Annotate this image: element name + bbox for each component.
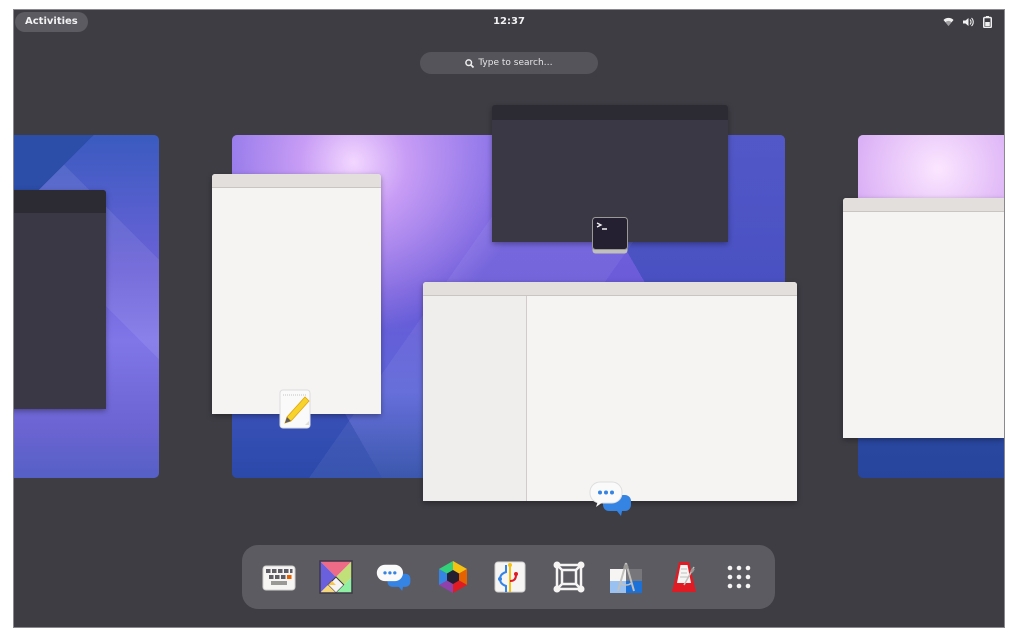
window-thumbnail-next[interactable] <box>843 198 1004 438</box>
vector-frame-icon <box>553 561 585 593</box>
metronome-icon <box>672 562 696 592</box>
text-editor-icon <box>279 389 311 429</box>
drafting-compass-icon <box>610 562 642 593</box>
search-entry[interactable]: Type to search… <box>420 52 598 74</box>
dock-item-chat[interactable] <box>376 559 412 595</box>
battery-icon <box>983 16 992 28</box>
tangram-icon <box>319 560 353 594</box>
window-header <box>212 174 381 188</box>
search-icon <box>465 58 475 68</box>
network-wireless-icon <box>943 17 954 26</box>
dock-item-color-picker[interactable] <box>435 559 471 595</box>
volume-icon <box>963 17 974 27</box>
app-grid-icon <box>727 565 751 589</box>
dock-item-tangram[interactable] <box>318 559 354 595</box>
window-header <box>843 198 1004 212</box>
chat-icon <box>376 564 411 591</box>
chat-icon <box>589 481 631 516</box>
git-branch-icon <box>494 561 526 593</box>
top-bar: Activities 12:37 <box>14 10 1004 34</box>
dock-item-git-client[interactable] <box>492 559 528 595</box>
window-thumbnail-text-editor[interactable] <box>212 174 381 414</box>
window-header <box>492 105 728 120</box>
terminal-icon <box>592 217 628 254</box>
dock-item-vector-editor[interactable] <box>551 559 587 595</box>
window-header <box>423 282 797 296</box>
dock-item-metronome[interactable] <box>666 559 702 595</box>
dock-item-design-tool[interactable] <box>608 559 644 595</box>
show-applications-button[interactable] <box>721 559 757 595</box>
system-tray[interactable] <box>943 15 992 29</box>
keyboard-icon <box>262 565 296 591</box>
color-wheel-icon <box>439 561 467 593</box>
dock-item-keyboard[interactable] <box>261 559 297 595</box>
search-placeholder: Type to search… <box>478 58 553 68</box>
clock[interactable]: 12:37 <box>14 10 1004 34</box>
window-thumbnail-chat[interactable] <box>423 282 797 501</box>
window-header <box>14 190 106 213</box>
dash-dock <box>242 545 775 609</box>
window-thumbnail-terminal[interactable] <box>14 190 106 409</box>
gnome-overview-screen: Activities 12:37 Type to search… <box>14 10 1004 627</box>
window-sidebar <box>423 296 527 501</box>
workspace-previous[interactable] <box>14 135 159 478</box>
